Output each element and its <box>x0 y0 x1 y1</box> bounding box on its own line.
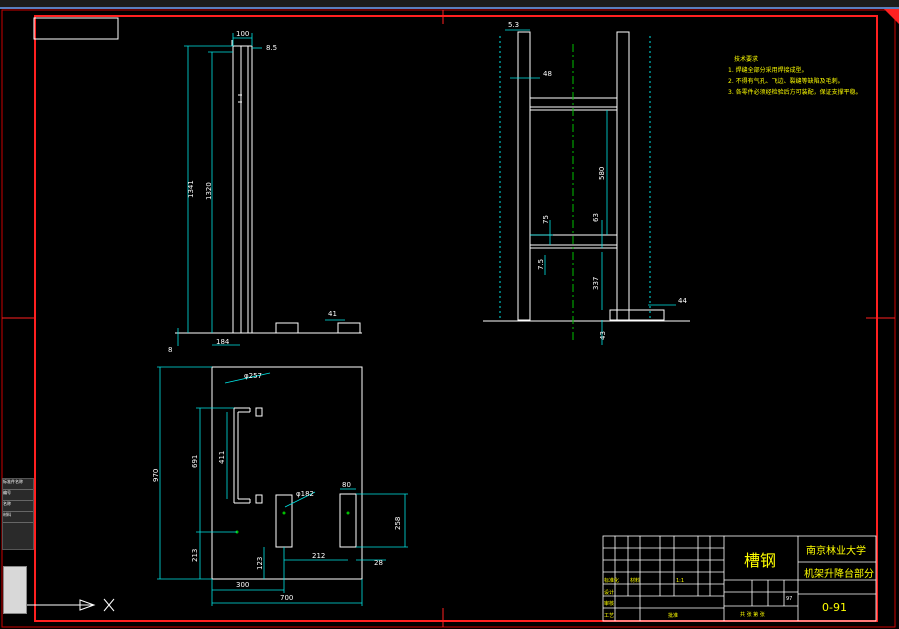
label-standard: 标准化 <box>604 577 619 584</box>
label-material: 材料 <box>630 577 640 584</box>
label-review: 审核 <box>604 600 614 607</box>
dim-plan-5: φ257 <box>244 372 262 380</box>
tech-notes-title: 技术要求 <box>734 55 758 63</box>
drawing-border <box>34 15 878 622</box>
tech-note-item: 1. 焊缝全部分采用焊接成型。 <box>728 66 808 74</box>
drawing-name: 机架升降台部分 <box>804 567 874 580</box>
org-name: 南京林业大学 <box>806 544 866 557</box>
dim-plan-4: 213 <box>191 549 199 562</box>
dim-plan-13: 700 <box>280 594 293 602</box>
part-name: 槽钢 <box>744 551 776 570</box>
dim-plan-2: 691 <box>191 455 199 468</box>
dim-front-5: 63 <box>592 213 600 222</box>
dim-plan-6: φ182 <box>296 490 314 498</box>
front-dashed-edges <box>499 36 651 320</box>
front-left-post <box>517 31 531 321</box>
toolbar-strip <box>0 0 899 7</box>
dim-side-5: 184 <box>216 338 230 346</box>
ucs-arrow <box>24 598 115 612</box>
dim-side-3: 1341 <box>187 180 195 198</box>
ucs-icon <box>3 566 27 614</box>
sheet-label: 共 张 第 张 <box>740 611 765 618</box>
label-box <box>33 17 119 40</box>
dim-front-9: 43 <box>599 331 607 340</box>
palette-item[interactable]: 材料 <box>3 512 33 523</box>
dim-front-6: 7.5 <box>537 259 545 270</box>
label-design: 设计 <box>604 589 614 596</box>
dim-plan-11: 28 <box>374 559 383 567</box>
corner-triangle <box>884 9 899 24</box>
label-process: 工艺 <box>604 613 614 619</box>
front-view-dim-text: 5.3 48 580 75 63 7.5 337 44 43 <box>508 21 687 340</box>
dim-front-3: 580 <box>598 167 606 180</box>
front-view <box>483 31 690 322</box>
palette-item[interactable]: 编号 <box>3 490 33 501</box>
dim-side-2: 8.5 <box>266 44 277 52</box>
side-view <box>175 40 362 334</box>
label-approve: 批准 <box>668 612 678 619</box>
side-view-dims <box>177 33 345 346</box>
dim-plan-7: 80 <box>342 481 351 489</box>
dim-plan-10: 212 <box>312 552 325 560</box>
plan-left-block <box>275 494 293 548</box>
dim-front-8: 44 <box>678 297 687 305</box>
dim-front-4: 75 <box>542 215 550 224</box>
dim-plan-12: 300 <box>236 581 249 589</box>
dim-plan-9: 123 <box>256 557 264 570</box>
dim-front-2: 48 <box>543 70 552 78</box>
dim-side-6: 8 <box>168 346 172 354</box>
dim-front-1: 5.3 <box>508 21 519 29</box>
outer-frame <box>1 9 896 628</box>
tech-note-item: 3. 各零件必须经检验后方可装配，保证支撑平稳。 <box>728 88 862 96</box>
count: 97 <box>786 596 792 602</box>
dim-side-7: 41 <box>328 310 337 318</box>
palette-item[interactable]: 名称 <box>3 501 33 512</box>
dim-plan-3: 411 <box>218 451 226 464</box>
dim-front-7: 337 <box>592 277 600 290</box>
palette-item[interactable]: 标准件名称 <box>3 479 33 490</box>
tech-note-item: 2. 不得有气孔、飞边、裂缝等缺陷及毛刺。 <box>728 77 844 85</box>
drawing-number: 0-91 <box>822 601 847 614</box>
dim-side-1: 100 <box>236 30 249 38</box>
plan-view-dim-text: 970 691 411 213 φ257 φ182 80 258 123 212… <box>152 372 402 602</box>
dim-side-4: 1320 <box>205 182 213 200</box>
scale-note: 1:1 <box>676 578 684 584</box>
plan-view-dims <box>157 366 408 606</box>
drawing-canvas[interactable]: 100 8.5 1341 1320 184 8 41 5.3 48 580 75… <box>0 7 899 629</box>
plan-right-block <box>339 493 357 548</box>
tool-palette[interactable]: 标准件名称 编号 名称 材料 <box>2 478 34 550</box>
side-post <box>232 45 242 334</box>
dim-plan-1: 970 <box>152 469 160 482</box>
tech-notes: 技术要求 1. 焊缝全部分采用焊接成型。 2. 不得有气孔、飞边、裂缝等缺陷及毛… <box>728 55 862 96</box>
dim-plan-8: 258 <box>394 517 402 530</box>
plan-view <box>211 366 363 580</box>
front-right-post <box>616 31 630 321</box>
